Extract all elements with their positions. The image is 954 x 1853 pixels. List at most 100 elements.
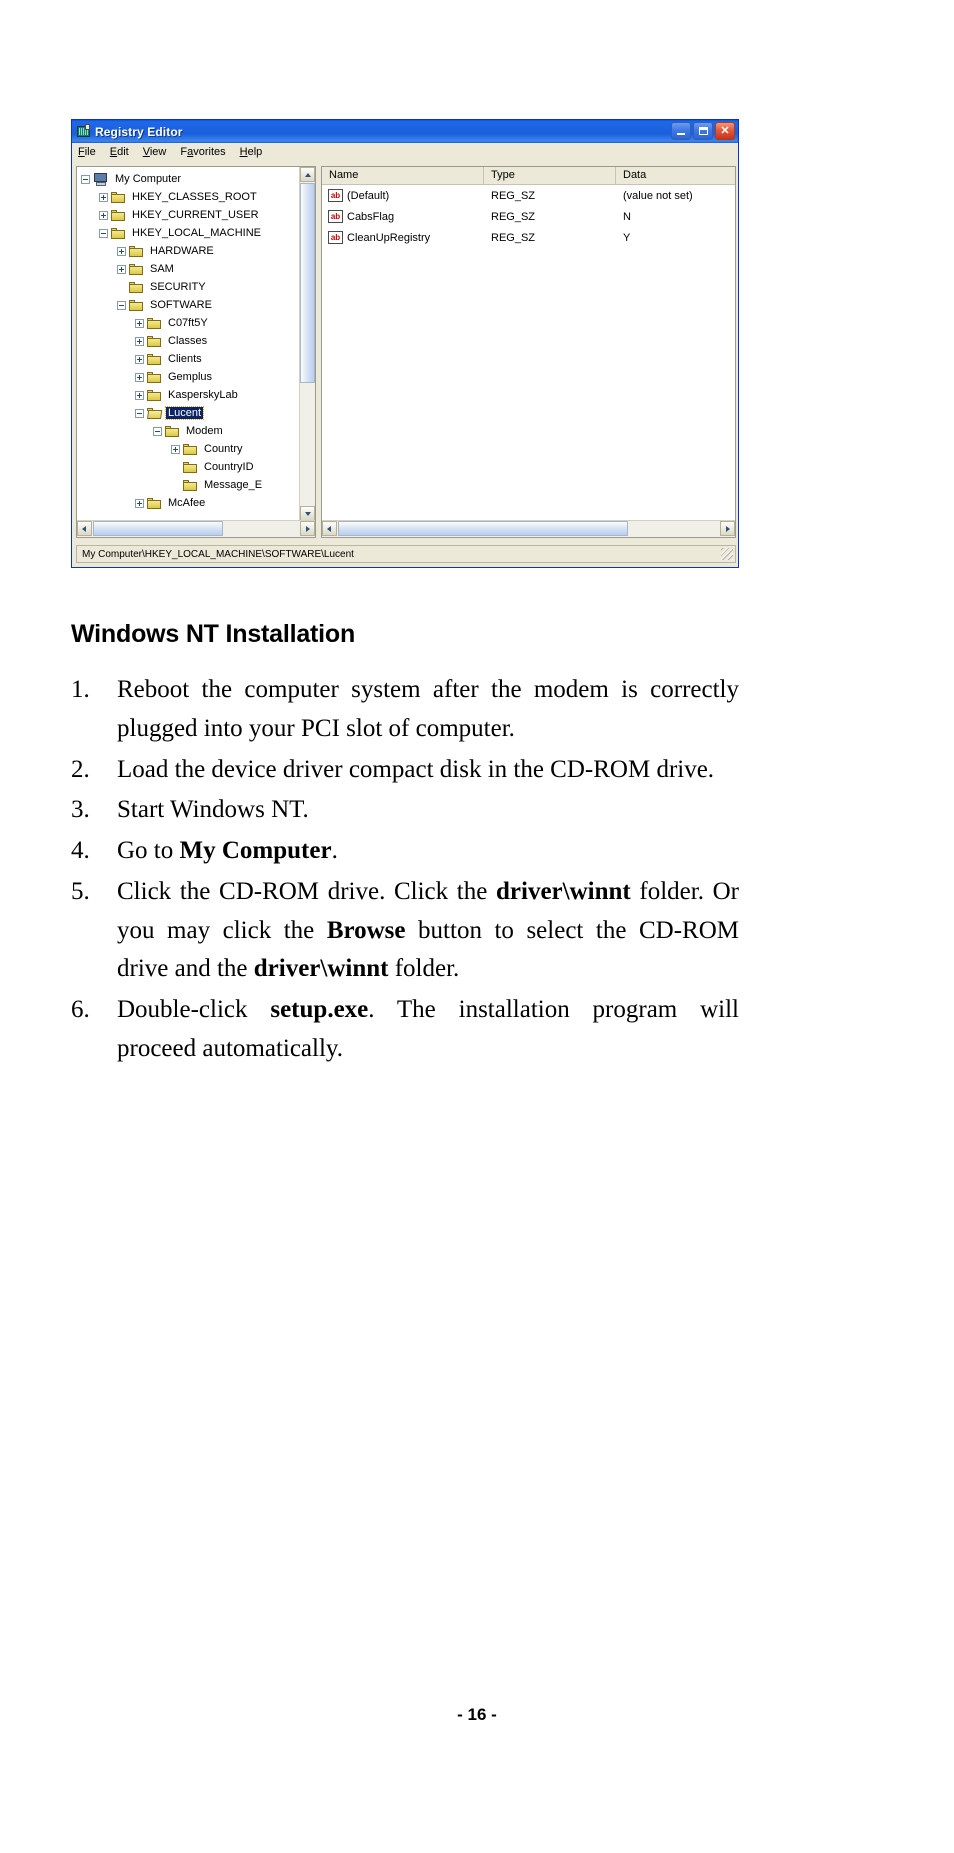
tree-item[interactable]: HKEY_CURRENT_USER <box>81 206 300 224</box>
tree-item-label: Message_E <box>204 479 263 491</box>
value-row[interactable]: ab (Default) REG_SZ (value not set) <box>322 185 735 206</box>
tree-item[interactable]: SECURITY <box>81 278 300 296</box>
tree-item[interactable]: HARDWARE <box>81 242 300 260</box>
column-header-type[interactable]: Type <box>484 167 616 184</box>
collapse-icon[interactable] <box>99 228 108 238</box>
collapse-icon[interactable] <box>81 174 90 184</box>
tree-item-label: My Computer <box>115 173 182 185</box>
close-button[interactable]: ✕ <box>715 122 735 140</box>
tree-item[interactable]: Country <box>81 440 300 458</box>
step-item: 3. Start Windows NT. <box>71 791 739 830</box>
step-number: 6. <box>71 996 90 1023</box>
column-header-data[interactable]: Data <box>616 167 735 184</box>
tree-item[interactable]: My Computer <box>81 170 300 188</box>
tree-item[interactable]: Modem <box>81 422 300 440</box>
tree-item[interactable]: Message_E <box>81 476 300 494</box>
tree-item-label: KasperskyLab <box>168 389 238 401</box>
tree-scroll-thumb[interactable] <box>300 183 315 383</box>
tree-item-label: McAfee <box>168 497 206 509</box>
window-title: Registry Editor <box>95 124 183 139</box>
tree-item-label: Country <box>204 443 243 455</box>
step-text-plain: Start Windows NT. <box>117 796 309 824</box>
expand-icon[interactable] <box>135 354 144 364</box>
tree-item[interactable]: Classes <box>81 332 300 350</box>
tree-item[interactable]: KasperskyLab <box>81 386 300 404</box>
menu-item-help[interactable]: Help <box>240 146 263 158</box>
tree-vertical-scrollbar[interactable] <box>299 167 315 521</box>
registry-values-pane[interactable]: Name Type Data ab (Default) REG_SZ (value n… <box>321 166 736 538</box>
values-list[interactable]: ab (Default) REG_SZ (value not set) ab CabsFl… <box>322 185 735 248</box>
tree-hscroll-right-button[interactable] <box>300 521 315 536</box>
tree-item[interactable]: McAfee <box>81 494 300 512</box>
registry-tree-pane[interactable]: My Computer HKEY_CLASSES_ROOT HKEY_CURRENT… <box>76 166 316 538</box>
collapse-icon[interactable] <box>135 408 144 418</box>
column-header-name[interactable]: Name <box>322 167 484 184</box>
folder-icon <box>111 209 126 221</box>
expand-icon[interactable] <box>117 246 126 256</box>
step-number: 5. <box>71 877 90 905</box>
values-hscroll-thumb[interactable] <box>338 521 628 536</box>
minimize-button[interactable] <box>671 122 691 140</box>
registry-tree[interactable]: My Computer HKEY_CLASSES_ROOT HKEY_CURRENT… <box>77 167 300 521</box>
menu-item-file[interactable]: File <box>78 146 96 158</box>
tree-item[interactable]: Gemplus <box>81 368 300 386</box>
folder-icon <box>111 227 126 239</box>
values-hscroll-left-button[interactable] <box>322 521 337 536</box>
folder-icon <box>183 461 198 473</box>
string-value-icon: ab <box>328 231 343 244</box>
tree-horizontal-scrollbar[interactable] <box>77 520 315 537</box>
tree-item-label: SOFTWARE <box>150 299 212 311</box>
expand-icon[interactable] <box>135 336 144 346</box>
tree-item-label: Classes <box>168 335 208 347</box>
tree-scroll-up-button[interactable] <box>300 167 315 182</box>
menu-item-favorites[interactable]: Favorites <box>180 146 225 158</box>
tree-item-label: Gemplus <box>168 371 213 383</box>
value-data-cell: N <box>623 210 631 223</box>
expand-icon[interactable] <box>135 372 144 382</box>
tree-hscroll-thumb[interactable] <box>93 521 223 536</box>
step-number: 1. <box>71 676 90 703</box>
values-horizontal-scrollbar[interactable] <box>322 520 735 537</box>
tree-item[interactable]: HKEY_CLASSES_ROOT <box>81 188 300 206</box>
collapse-icon[interactable] <box>153 426 162 436</box>
value-name: (Default) <box>347 189 390 202</box>
close-icon: ✕ <box>720 124 730 137</box>
step-item: 2. Load the device driver compact disk in… <box>71 751 739 790</box>
expand-icon[interactable] <box>99 192 108 202</box>
tree-item-label: CountryID <box>204 461 254 473</box>
folder-icon <box>183 443 198 455</box>
window-title-bar[interactable]: Registry Editor ✕ <box>72 120 738 143</box>
menu-item-edit[interactable]: Edit <box>110 146 129 158</box>
expand-icon[interactable] <box>99 210 108 220</box>
status-bar-path: My Computer\HKEY_LOCAL_MACHINE\SOFTWARE\… <box>82 548 354 560</box>
tree-item[interactable]: HKEY_LOCAL_MACHINE <box>81 224 300 242</box>
folder-icon <box>183 479 198 491</box>
tree-item[interactable]: C07ft5Y <box>81 314 300 332</box>
tree-hscroll-left-button[interactable] <box>77 521 92 536</box>
step-text-plain: Double-click <box>117 996 271 1023</box>
tree-item[interactable]: SOFTWARE <box>81 296 300 314</box>
expand-icon[interactable] <box>135 318 144 328</box>
tree-item[interactable]: SAM <box>81 260 300 278</box>
value-name: CabsFlag <box>347 210 395 223</box>
tree-item[interactable]: Clients <box>81 350 300 368</box>
expand-icon[interactable] <box>135 498 144 508</box>
maximize-button[interactable] <box>693 122 713 140</box>
expand-icon[interactable] <box>171 444 180 454</box>
menu-item-view[interactable]: View <box>143 146 167 158</box>
value-row[interactable]: ab CleanUpRegistry REG_SZ Y <box>322 227 735 248</box>
resize-grip-icon[interactable] <box>721 548 733 560</box>
expand-icon[interactable] <box>117 264 126 274</box>
value-row[interactable]: ab CabsFlag REG_SZ N <box>322 206 735 227</box>
collapse-icon[interactable] <box>117 300 126 310</box>
menu-bar: File Edit View Favorites Help <box>72 143 738 162</box>
expand-icon[interactable] <box>135 390 144 400</box>
tree-item-label: Modem <box>186 425 223 437</box>
step-item: 6. Double-click setup.exe. The installati… <box>71 991 739 1069</box>
tree-item-label: C07ft5Y <box>168 317 208 329</box>
tree-scroll-down-button[interactable] <box>300 506 315 521</box>
tree-item[interactable]: Lucent <box>81 404 300 422</box>
value-type-cell: REG_SZ <box>491 189 536 202</box>
tree-item[interactable]: CountryID <box>81 458 300 476</box>
values-hscroll-right-button[interactable] <box>720 521 735 536</box>
